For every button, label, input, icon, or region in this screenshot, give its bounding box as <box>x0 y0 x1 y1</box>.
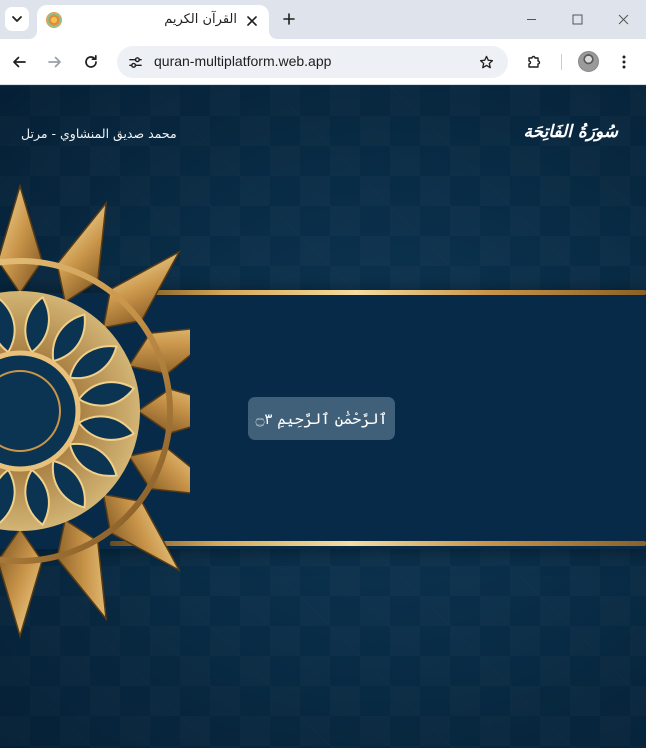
close-window-button[interactable] <box>612 8 634 30</box>
tab-search-button[interactable] <box>5 7 29 31</box>
active-tab[interactable]: القرآن الكريم <box>29 5 277 39</box>
surah-title[interactable]: سُورَةُ الفَاتِحَة <box>523 122 618 142</box>
back-arrow-icon <box>13 56 26 68</box>
plus-icon <box>283 13 295 25</box>
maximize-button[interactable] <box>566 8 588 30</box>
close-icon <box>618 14 628 24</box>
reload-button[interactable] <box>78 49 104 75</box>
address-bar[interactable]: quran-multiplatform.web.app <box>117 46 508 78</box>
minimize-icon <box>526 18 536 20</box>
chevron-down-icon <box>12 16 22 22</box>
quran-app-favicon-icon <box>46 12 62 28</box>
gold-line-top <box>120 290 646 295</box>
mandala-ornament-icon <box>0 183 190 639</box>
back-button[interactable] <box>6 49 32 75</box>
tab-title: القرآن الكريم <box>164 12 237 27</box>
browser-menu-button[interactable] <box>611 49 637 75</box>
extensions-button[interactable] <box>521 49 547 75</box>
profile-avatar[interactable] <box>578 51 599 72</box>
url-text[interactable]: quran-multiplatform.web.app <box>154 53 331 69</box>
star-icon <box>479 55 493 68</box>
browser-toolbar: quran-multiplatform.web.app <box>0 39 646 85</box>
forward-button[interactable] <box>42 49 68 75</box>
site-info-button[interactable] <box>123 50 147 74</box>
toolbar-divider <box>561 54 562 70</box>
bookmark-button[interactable] <box>476 52 496 72</box>
puzzle-icon <box>528 55 541 68</box>
forward-arrow-icon <box>48 56 61 68</box>
verse-card[interactable]: ٱلرَّحْمَٰنِ ٱلرَّحِيمِ ۝٣ <box>248 397 395 440</box>
reciter-name[interactable]: محمد صديق المنشاوي - مرتل <box>21 126 177 141</box>
tune-icon <box>128 56 142 68</box>
new-tab-button[interactable] <box>278 8 300 30</box>
verse-text: ٱلرَّحْمَٰنِ ٱلرَّحِيمِ ۝٣ <box>255 409 388 428</box>
close-icon <box>247 16 257 26</box>
minimize-button[interactable] <box>520 8 542 30</box>
gold-line-bottom <box>110 541 646 546</box>
tab-strip: القرآن الكريم <box>0 0 646 39</box>
close-tab-button[interactable] <box>243 12 261 30</box>
quran-player-view: محمد صديق المنشاوي - مرتل سُورَةُ الفَات… <box>0 86 646 748</box>
reload-icon <box>85 54 97 68</box>
kebab-menu-icon <box>622 55 626 69</box>
maximize-icon <box>572 14 582 24</box>
